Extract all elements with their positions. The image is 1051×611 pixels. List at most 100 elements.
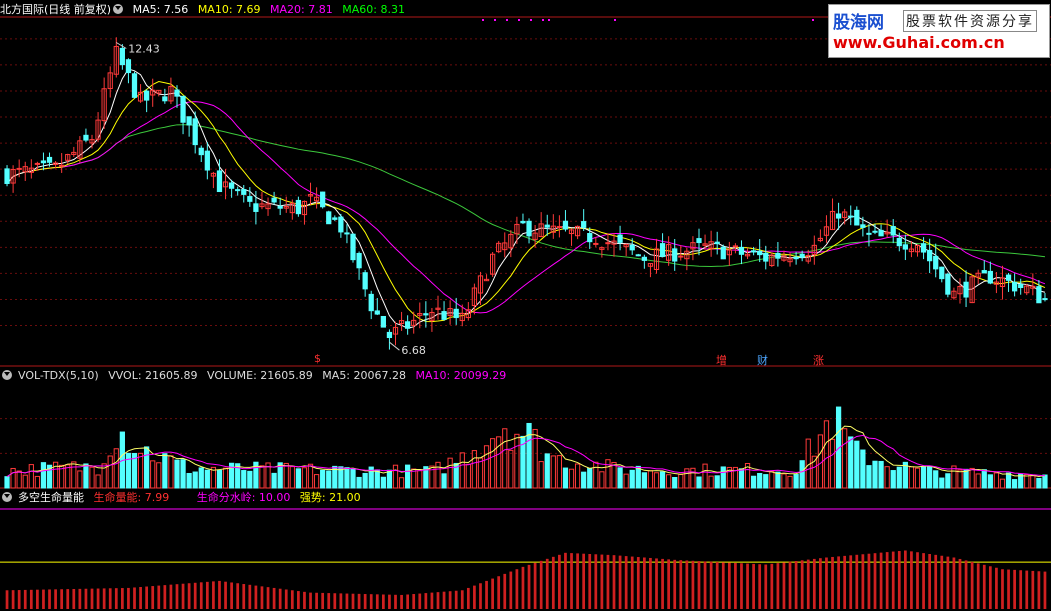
volume-label: VOLUME: 21605.89 [207, 369, 313, 382]
high-price-label: 12.43 [128, 42, 160, 55]
volume-bar [192, 471, 198, 489]
vvol-label: VVOL: 21605.89 [108, 369, 198, 382]
candle-body [878, 229, 884, 237]
volume-bar [617, 467, 623, 489]
volume-bar [872, 460, 878, 489]
candle-body [635, 254, 641, 257]
volume-bar [40, 462, 47, 489]
candle-body [793, 256, 799, 260]
candle-body [987, 270, 993, 284]
volume-bar [605, 459, 611, 489]
candle-body [386, 331, 393, 339]
candle-body [920, 243, 927, 253]
candle-body [835, 213, 842, 219]
signal-dot [548, 19, 550, 21]
candle-body [228, 182, 235, 189]
candle-body [216, 170, 223, 193]
candle-body [696, 238, 702, 244]
volume-bar [28, 464, 34, 489]
volume-bar [241, 470, 247, 489]
candle-body [738, 246, 745, 255]
volume-bar [878, 460, 884, 489]
volume-bar [641, 472, 647, 489]
volume-bar [204, 469, 210, 489]
volume-bar [313, 474, 320, 489]
event-marker[interactable]: 涨 [813, 352, 824, 368]
volume-bar [623, 473, 629, 489]
life-indicator-name: 多空生命量能 [18, 491, 84, 504]
dropdown-icon[interactable] [2, 492, 12, 502]
volume-bar [398, 477, 405, 489]
volume-bar [89, 466, 95, 489]
volume-bar [162, 453, 168, 489]
volume-bar [344, 467, 350, 489]
event-marker[interactable]: $ [314, 352, 321, 365]
candle-body [192, 118, 198, 146]
candle-body [362, 272, 368, 290]
volume-bar [1005, 472, 1012, 489]
candle-body [799, 253, 805, 258]
candle-body [641, 256, 647, 261]
volume-bar [945, 473, 951, 489]
volume-bar [690, 467, 696, 489]
stock-name: 北方国际(日线 前复权) [0, 3, 112, 16]
strong-label: 强势: 21.00 [299, 491, 361, 504]
volume-bar [544, 453, 550, 489]
dropdown-icon[interactable] [113, 4, 124, 14]
volume-bar [993, 472, 1000, 489]
candle-body [1036, 286, 1042, 304]
signal-dot [506, 19, 508, 21]
volume-bar [860, 449, 866, 489]
volume-bar [562, 467, 569, 489]
volume-bar [823, 420, 830, 489]
candle-body [295, 199, 302, 215]
volume-bar [647, 470, 654, 489]
volume-bar [186, 472, 192, 489]
event-marker[interactable]: 增 [716, 352, 727, 368]
volume-bar [77, 470, 83, 489]
candle-body [896, 237, 902, 247]
volume-bar [417, 470, 423, 489]
volume-bar [848, 436, 854, 489]
candle-body [1042, 298, 1048, 301]
volume-bar [1030, 475, 1036, 489]
volume-bar [113, 448, 119, 489]
volume-bar [465, 463, 471, 489]
site-logo[interactable]: 股海网 股票软件资源分享 www.Guhai.com.cn [828, 4, 1050, 58]
signal-dot [542, 19, 544, 21]
volume-bar [380, 476, 386, 489]
dropdown-icon[interactable] [2, 370, 12, 380]
candle-body [241, 189, 247, 195]
volume-bar [854, 440, 860, 489]
volume-bar [295, 468, 302, 489]
volume-bar [787, 475, 793, 489]
volume-panel-header: VOL-TDX(5,10) VVOL: 21605.89 VOLUME: 216… [0, 368, 512, 384]
candle-body [253, 203, 259, 212]
volume-bar [678, 474, 684, 489]
volume-bar [781, 473, 787, 489]
volume-bar [83, 463, 89, 489]
candle-body [605, 242, 611, 245]
volume-bar [168, 455, 174, 489]
event-marker[interactable]: 财 [757, 352, 768, 368]
candle-body [617, 234, 623, 243]
volume-bar [914, 467, 921, 489]
volume-bar [411, 468, 417, 489]
vol-ma5-label: MA5: 20067.28 [322, 369, 406, 382]
volume-bar [750, 475, 757, 489]
volume-bar [483, 445, 490, 489]
volume-bar [757, 472, 763, 489]
volume-bar [477, 457, 484, 489]
volume-bar [963, 468, 969, 489]
candle-body [338, 216, 344, 233]
volume-bar [283, 462, 289, 489]
ma10-label: MA10: 7.69 [197, 3, 261, 16]
volume-bar [362, 472, 368, 489]
volume-bar [508, 449, 514, 489]
candle-body [963, 281, 969, 298]
volume-bar [307, 463, 314, 489]
candle-body [1011, 281, 1018, 292]
volume-bar [95, 474, 101, 489]
volume-bar [635, 465, 641, 489]
ma60-label: MA60: 8.31 [342, 3, 405, 16]
